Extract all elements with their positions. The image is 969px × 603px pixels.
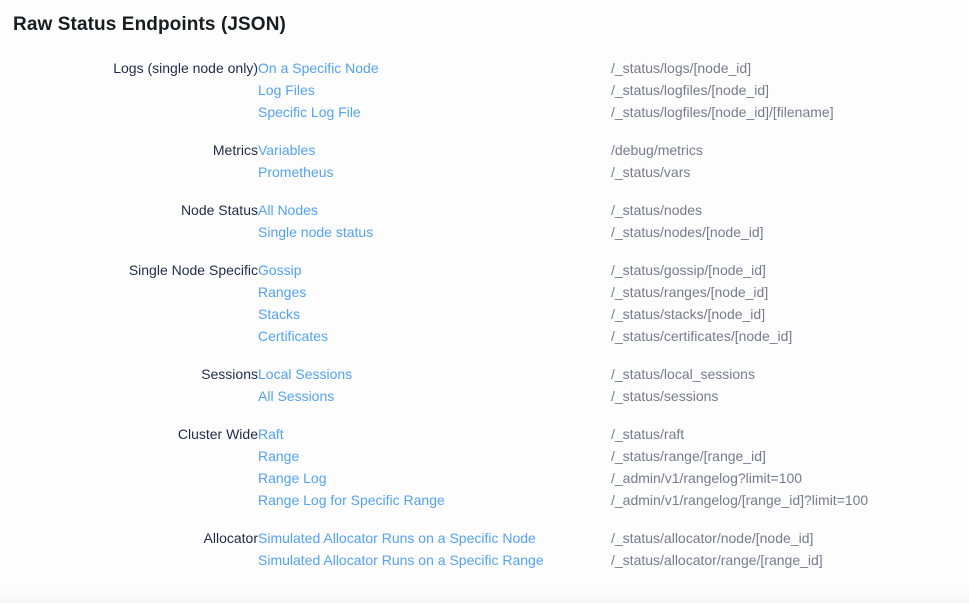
section-endpoints: /debug/metrics/_status/vars bbox=[611, 139, 940, 199]
endpoint-path: /_status/gossip/[node_id] bbox=[611, 259, 940, 281]
endpoint-path: /_status/ranges/[node_id] bbox=[611, 281, 940, 303]
endpoint-link[interactable]: Stacks bbox=[258, 306, 300, 322]
endpoint-link[interactable]: Log Files bbox=[258, 82, 315, 98]
endpoint-link[interactable]: Prometheus bbox=[258, 164, 333, 180]
endpoint-path: /_status/raft bbox=[611, 423, 940, 445]
endpoint-link[interactable]: All Sessions bbox=[258, 388, 334, 404]
endpoint-link[interactable]: Range bbox=[258, 448, 299, 464]
endpoint-path: /_status/logfiles/[node_id]/[filename] bbox=[611, 101, 940, 123]
section-row: SessionsLocal Sessions All Sessions /_stat… bbox=[0, 363, 940, 423]
endpoint-path: /_status/nodes bbox=[611, 199, 940, 221]
section-row: Node StatusAll Nodes Single node status /_… bbox=[0, 199, 940, 259]
endpoint-path: /_status/allocator/node/[node_id] bbox=[611, 527, 940, 549]
section-category-label: Node Status bbox=[0, 199, 258, 259]
page-title: Raw Status Endpoints (JSON) bbox=[13, 13, 969, 36]
bottom-fade bbox=[0, 586, 969, 603]
endpoint-link[interactable]: Variables bbox=[258, 142, 315, 158]
endpoint-link[interactable]: Simulated Allocator Runs on a Specific R… bbox=[258, 552, 544, 568]
endpoint-link[interactable]: Simulated Allocator Runs on a Specific N… bbox=[258, 530, 536, 546]
section-row: Cluster WideRaft Range Range Log Range Log … bbox=[0, 423, 940, 527]
endpoint-path: /_status/vars bbox=[611, 161, 940, 183]
endpoint-link[interactable]: Raft bbox=[258, 426, 284, 442]
endpoint-link[interactable]: On a Specific Node bbox=[258, 60, 379, 76]
section-links: Local Sessions All Sessions bbox=[258, 363, 611, 423]
section-category-label: Metrics bbox=[0, 139, 258, 199]
section-links: Gossip Ranges Stacks Certificates bbox=[258, 259, 611, 363]
section-links: Variables Prometheus bbox=[258, 139, 611, 199]
endpoint-path: /_status/nodes/[node_id] bbox=[611, 221, 940, 243]
section-endpoints: /_status/logs/[node_id]/_status/logfiles… bbox=[611, 57, 940, 139]
section-links: On a Specific Node Log Files Specific Log … bbox=[258, 57, 611, 139]
endpoints-table: Logs (single node only)On a Specific Nod… bbox=[0, 57, 940, 587]
section-links: All Nodes Single node status bbox=[258, 199, 611, 259]
endpoint-path: /_admin/v1/rangelog?limit=100 bbox=[611, 467, 940, 489]
endpoint-link[interactable]: Range Log bbox=[258, 470, 327, 486]
endpoint-path: /_status/local_sessions bbox=[611, 363, 940, 385]
section-links: Simulated Allocator Runs on a Specific N… bbox=[258, 527, 611, 587]
section-row: MetricsVariables Prometheus/debug/metrics… bbox=[0, 139, 940, 199]
section-endpoints: /_status/local_sessions/_status/sessions bbox=[611, 363, 940, 423]
section-row: Single Node SpecificGossip Ranges Stacks Ce… bbox=[0, 259, 940, 363]
endpoint-path: /_status/sessions bbox=[611, 385, 940, 407]
section-category-label: Cluster Wide bbox=[0, 423, 258, 527]
endpoint-path: /_status/range/[range_id] bbox=[611, 445, 940, 467]
endpoint-path: /_status/logs/[node_id] bbox=[611, 57, 940, 79]
section-category-label: Allocator bbox=[0, 527, 258, 587]
section-category-label: Single Node Specific bbox=[0, 259, 258, 363]
endpoint-link[interactable]: Range Log for Specific Range bbox=[258, 492, 445, 508]
section-category-label: Logs (single node only) bbox=[0, 57, 258, 139]
endpoint-link[interactable]: Single node status bbox=[258, 224, 373, 240]
endpoint-path: /_status/stacks/[node_id] bbox=[611, 303, 940, 325]
section-endpoints: /_status/raft/_status/range/[range_id]/_… bbox=[611, 423, 940, 527]
endpoint-link[interactable]: Specific Log File bbox=[258, 104, 361, 120]
endpoint-path: /_status/certificates/[node_id] bbox=[611, 325, 940, 347]
endpoint-link[interactable]: All Nodes bbox=[258, 202, 318, 218]
section-endpoints: /_status/allocator/node/[node_id]/_statu… bbox=[611, 527, 940, 587]
section-endpoints: /_status/nodes/_status/nodes/[node_id] bbox=[611, 199, 940, 259]
endpoint-path: /_status/logfiles/[node_id] bbox=[611, 79, 940, 101]
endpoint-link[interactable]: Ranges bbox=[258, 284, 306, 300]
endpoint-path: /debug/metrics bbox=[611, 139, 940, 161]
section-row: Logs (single node only)On a Specific Nod… bbox=[0, 57, 940, 139]
endpoint-link[interactable]: Certificates bbox=[258, 328, 328, 344]
section-endpoints: /_status/gossip/[node_id]/_status/ranges… bbox=[611, 259, 940, 363]
endpoint-path: /_status/allocator/range/[range_id] bbox=[611, 549, 940, 571]
endpoint-link[interactable]: Local Sessions bbox=[258, 366, 352, 382]
endpoint-path: /_admin/v1/rangelog/[range_id]?limit=100 bbox=[611, 489, 940, 511]
section-row: AllocatorSimulated Allocator Runs on a S… bbox=[0, 527, 940, 587]
section-links: Raft Range Range Log Range Log for Specific… bbox=[258, 423, 611, 527]
section-category-label: Sessions bbox=[0, 363, 258, 423]
endpoint-link[interactable]: Gossip bbox=[258, 262, 302, 278]
